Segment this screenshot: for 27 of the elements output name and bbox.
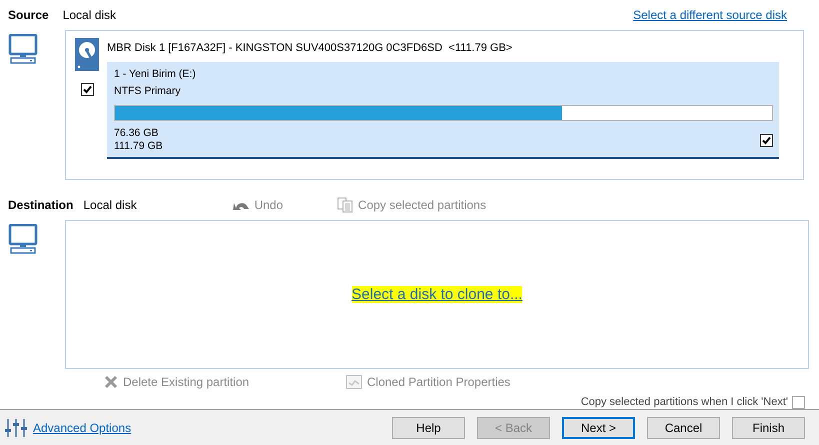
copy-option-label: Copy selected partitions when I click 'Next': [580, 396, 788, 408]
monitor-icon: [8, 224, 38, 254]
partition-name: 1 - Yeni Birim (E:): [114, 68, 197, 81]
copy-icon: [337, 197, 354, 213]
file-system: NTFS Primary: [114, 85, 182, 98]
disk-type: Local disk: [83, 198, 138, 212]
copy-option-checkbox[interactable]: [792, 396, 805, 408]
disk-title: MBR Disk 1 [F167A32F] - KINGSTON SUV400S37120G 0C3FD6SD <111.79 GB>: [107, 41, 514, 56]
section-label: Destination: [8, 198, 74, 212]
dialog-button[interactable]: Finish: [732, 416, 805, 438]
used-size: 76.36 GB: [114, 127, 160, 140]
partition-card[interactable]: 1 - Yeni Birim (E:) NTFS Primary 76.36 GB 111.79 GB: [107, 62, 779, 159]
dialog-button[interactable]: Help: [392, 416, 465, 438]
properties-icon: [346, 375, 362, 389]
disk-type: Local disk: [62, 8, 116, 22]
dialog-button[interactable]: Next >: [562, 416, 635, 438]
advanced-options-link[interactable]: Advanced Options: [33, 420, 132, 434]
total-size: 111.79 GB: [114, 140, 163, 153]
disk-checkbox[interactable]: [80, 83, 94, 96]
section-label: Source: [8, 8, 49, 22]
monitor-icon: [8, 34, 38, 64]
close-icon: [104, 375, 118, 389]
sliders-icon: [5, 418, 27, 438]
change-source-link[interactable]: Select a different source disk: [633, 8, 787, 22]
dialog-button[interactable]: Cancel: [647, 416, 720, 438]
partition-checkbox[interactable]: [760, 134, 773, 146]
select-disk-link[interactable]: Select a disk to clone to...: [352, 286, 522, 303]
